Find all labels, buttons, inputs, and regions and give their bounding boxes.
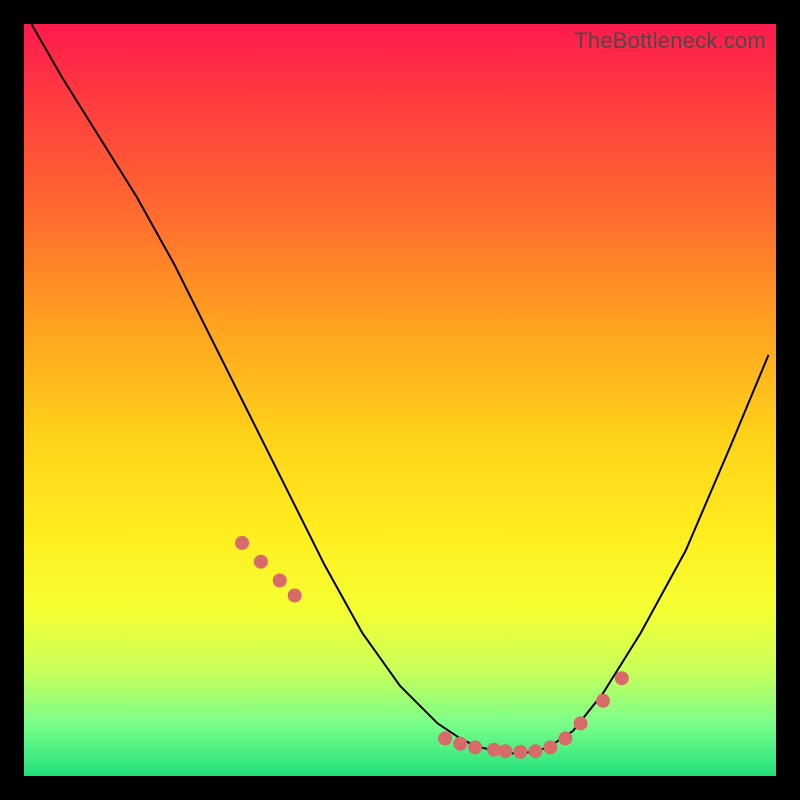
highlight-dots-group [235,536,629,759]
highlight-dot [468,740,482,754]
highlight-dot [543,740,557,754]
highlight-dot [254,555,268,569]
highlight-dot [438,731,452,745]
highlight-dot [558,731,572,745]
highlight-dot [574,716,588,730]
chart-frame: TheBottleneck.com [24,24,776,776]
highlight-dot [513,745,527,759]
highlight-dot [288,589,302,603]
highlight-dot [615,671,629,685]
highlight-dot [528,744,542,758]
chart-svg [24,24,776,776]
watermark-text: TheBottleneck.com [574,28,766,54]
highlight-dot [498,744,512,758]
bottleneck-curve [32,24,769,753]
highlight-dot [273,574,287,588]
highlight-dot [235,536,249,550]
highlight-dot [596,694,610,708]
highlight-dot [453,737,467,751]
